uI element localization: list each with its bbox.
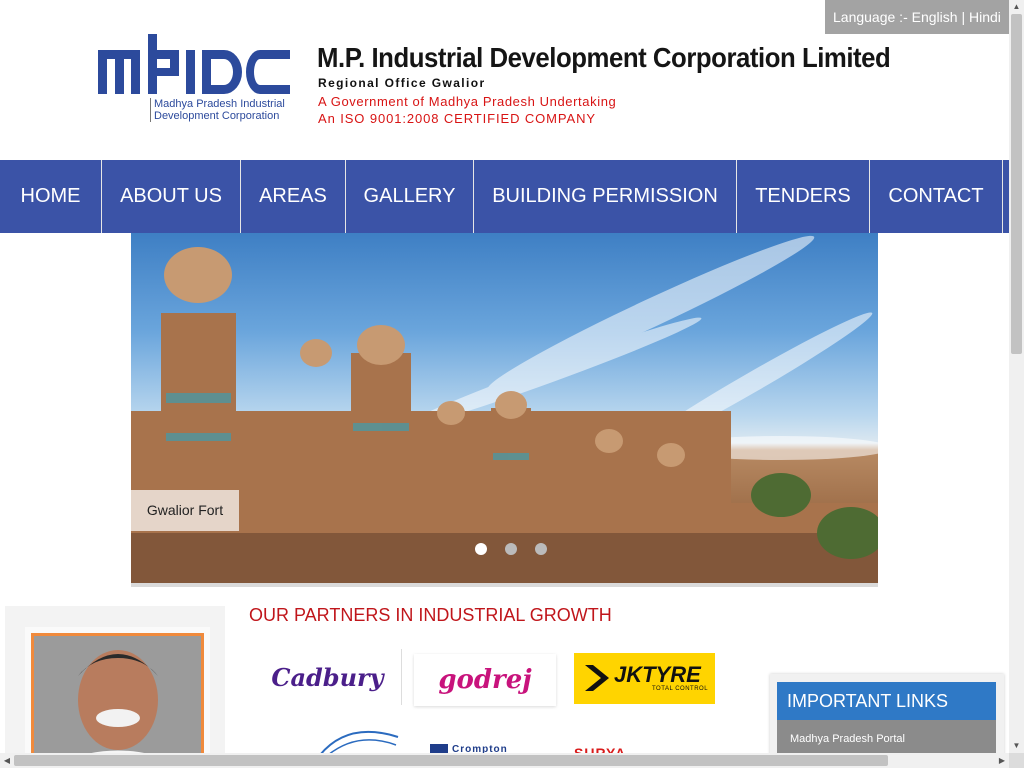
main-nav: HOME ABOUT US AREAS GALLERY BUILDING PER… <box>0 160 1009 233</box>
logo-subtitle: Madhya Pradesh Industrial Development Co… <box>150 98 285 122</box>
nav-building-permission[interactable]: BUILDING PERMISSION <box>474 160 737 233</box>
scroll-right-icon[interactable]: ▶ <box>995 753 1009 768</box>
portrait-frame <box>25 627 210 768</box>
horizontal-scrollbar[interactable]: ◀ ▶ <box>0 753 1009 768</box>
godrej-text: godrej <box>438 665 532 695</box>
horizontal-scroll-thumb[interactable] <box>14 755 888 766</box>
cadbury-wordmark: Cadbury <box>254 649 401 705</box>
jktyre-chevron-icon <box>585 665 609 691</box>
cadbury-text: Cadbury <box>271 662 384 692</box>
portrait-image <box>34 636 201 765</box>
language-bar: Language :- English | Hindi <box>825 0 1009 34</box>
nav-about-us[interactable]: ABOUT US <box>102 160 241 233</box>
nav-contact[interactable]: CONTACT <box>870 160 1003 233</box>
logo-subtitle-line-1: Madhya Pradesh Industrial <box>154 98 285 110</box>
nav-gallery[interactable]: GALLERY <box>346 160 474 233</box>
slider-dot-3[interactable] <box>535 543 547 555</box>
regional-office-label: Regional Office Gwalior <box>318 76 486 90</box>
logo-subtitle-line-2: Development Corporation <box>154 110 280 122</box>
partners-heading: OUR PARTNERS IN INDUSTRIAL GROWTH <box>249 605 612 625</box>
slider-caption: Gwalior Fort <box>131 490 239 531</box>
slider-dot-2[interactable] <box>505 543 517 555</box>
slider-dot-1[interactable] <box>475 543 487 555</box>
vertical-scrollbar[interactable]: ▲ ▼ <box>1009 0 1024 753</box>
scrollbar-corner <box>1009 753 1024 768</box>
godrej-wordmark: godrej <box>414 654 556 706</box>
language-english-link[interactable]: English <box>912 9 958 25</box>
gwalior-fort-image <box>131 235 878 583</box>
scroll-up-icon[interactable]: ▲ <box>1009 0 1024 14</box>
iso-certification: An ISO 9001:2008 CERTIFIED COMPANY <box>318 111 596 126</box>
partner-logo-cadbury[interactable]: Cadbury <box>254 649 402 705</box>
vertical-scroll-thumb[interactable] <box>1011 14 1022 354</box>
corporation-title: M.P. Industrial Development Corporation … <box>317 42 891 73</box>
chief-minister-portrait <box>31 633 204 768</box>
partner-logo-jktyre[interactable]: JKTYRE TOTAL CONTROL <box>574 653 715 704</box>
left-sidebar-panel <box>5 606 225 768</box>
important-links-heading: IMPORTANT LINKS <box>777 682 996 720</box>
jktyre-text: JKTYRE <box>614 662 701 687</box>
slider-bottom-border <box>131 583 878 587</box>
language-separator: | <box>961 9 966 25</box>
nav-home[interactable]: HOME <box>0 160 102 233</box>
nav-areas[interactable]: AREAS <box>241 160 346 233</box>
jktyre-tagline: TOTAL CONTROL <box>652 686 709 692</box>
government-tagline: A Government of Madhya Pradesh Undertaki… <box>318 94 617 109</box>
nav-tenders[interactable]: TENDERS <box>737 160 870 233</box>
scroll-left-icon[interactable]: ◀ <box>0 753 14 768</box>
hero-slider[interactable]: Gwalior Fort <box>131 233 878 583</box>
mpidc-logo-icon <box>98 34 290 94</box>
slider-dots <box>475 543 547 555</box>
mpidc-logo[interactable]: Madhya Pradesh Industrial Development Co… <box>96 32 292 128</box>
partner-logo-godrej[interactable]: godrej <box>414 654 556 706</box>
language-hindi-link[interactable]: Hindi <box>969 9 1001 25</box>
scroll-down-icon[interactable]: ▼ <box>1009 739 1024 753</box>
language-label: Language :- <box>833 9 908 25</box>
